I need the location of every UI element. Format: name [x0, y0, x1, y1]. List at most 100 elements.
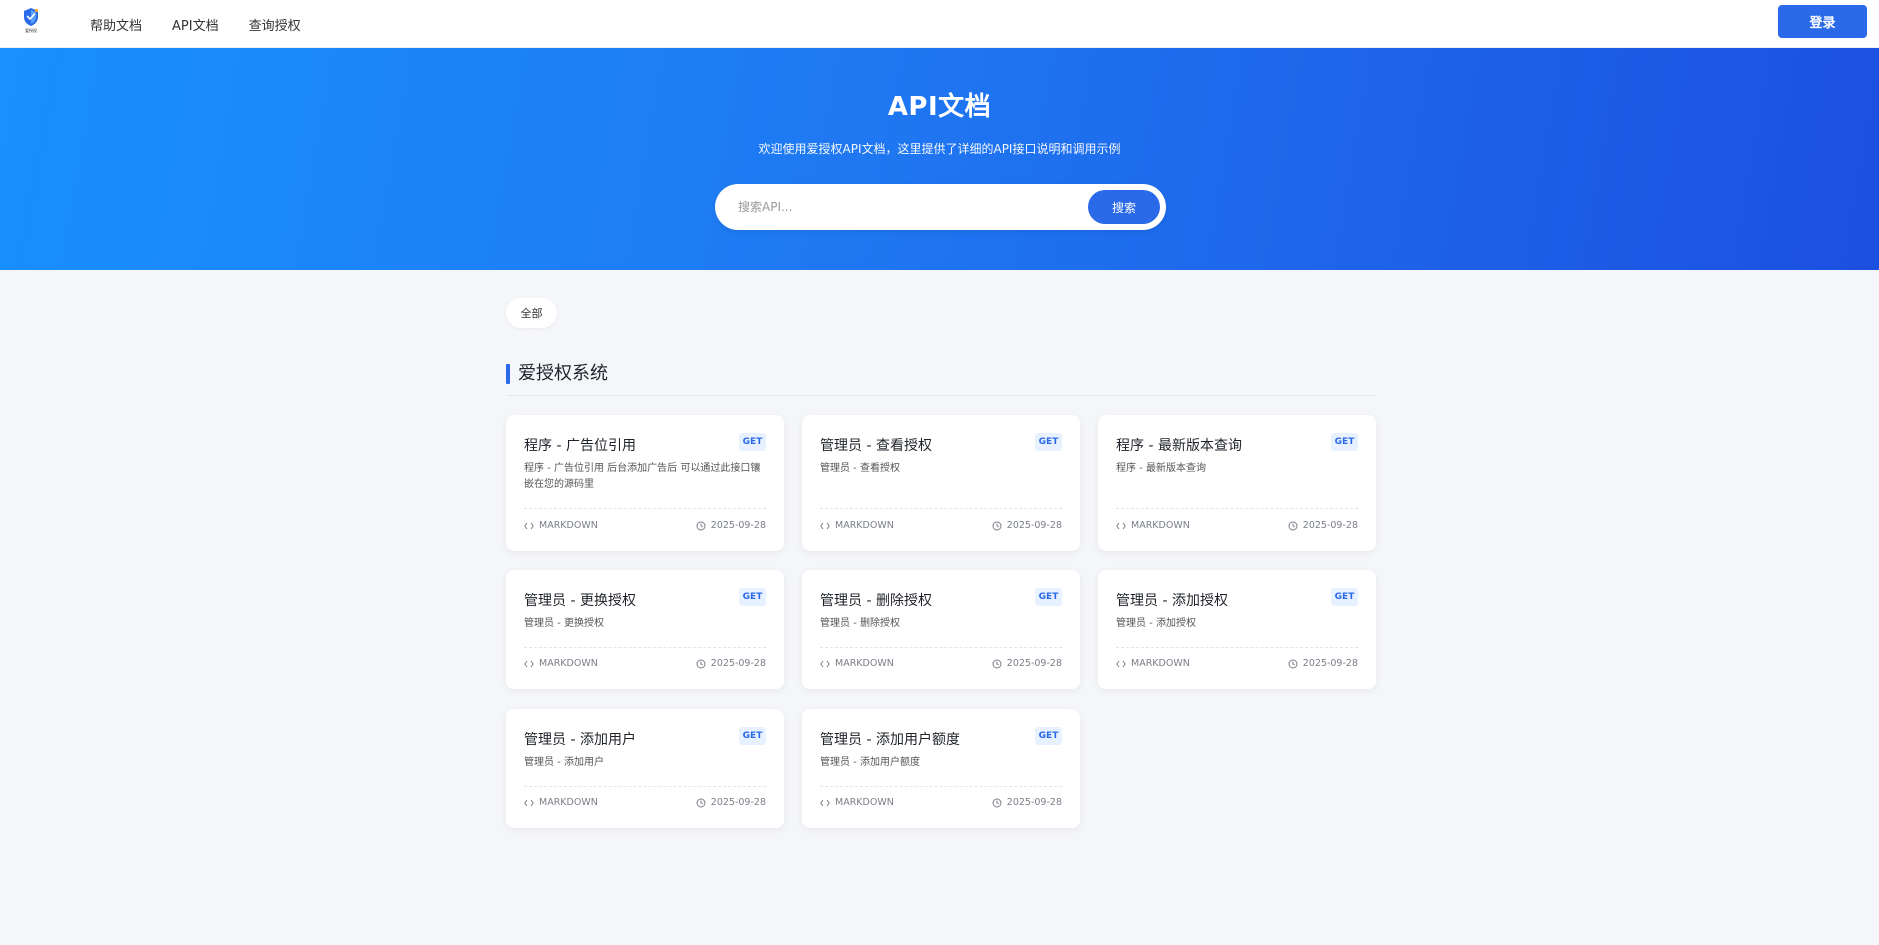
card-divider — [820, 647, 1062, 648]
api-card-3[interactable]: 管理员 - 更换授权 GET 管理员 - 更换授权 MARKDOWN 2025-… — [506, 570, 784, 689]
api-card-4[interactable]: 管理员 - 删除授权 GET 管理员 - 删除授权 MARKDOWN 2025-… — [802, 570, 1080, 689]
code-icon — [820, 799, 830, 806]
api-card-description: 管理员 - 查看授权 — [820, 463, 900, 474]
api-card-title: 管理员 - 添加用户 — [524, 732, 636, 748]
doc-type: MARKDOWN — [524, 658, 598, 669]
update-date: 2025-09-28 — [1288, 520, 1358, 531]
clock-icon — [1288, 521, 1298, 530]
doc-type-label: MARKDOWN — [835, 797, 894, 808]
nav-link-query-license[interactable]: 查询授权 — [249, 15, 301, 34]
login-button[interactable]: 登录 — [1778, 5, 1867, 38]
http-method-badge: GET — [739, 727, 766, 745]
code-icon — [1116, 522, 1126, 529]
doc-type: MARKDOWN — [524, 797, 598, 808]
api-card-footer: MARKDOWN 2025-09-28 — [1116, 520, 1358, 534]
doc-type: MARKDOWN — [1116, 658, 1190, 669]
date-label: 2025-09-28 — [1006, 797, 1062, 808]
site-logo[interactable]: 爱授权 — [20, 7, 42, 39]
clock-icon — [1288, 659, 1298, 668]
update-date: 2025-09-28 — [992, 797, 1062, 808]
api-card-description: 程序 - 最新版本查询 — [1116, 463, 1206, 474]
date-label: 2025-09-28 — [1006, 658, 1062, 669]
api-card-2[interactable]: 程序 - 最新版本查询 GET 程序 - 最新版本查询 MARKDOWN 202… — [1098, 415, 1376, 551]
search-box: 搜索 — [715, 184, 1166, 230]
api-card-0[interactable]: 程序 - 广告位引用 GET 程序 - 广告位引用 后台添加广告后 可以通过此接… — [506, 415, 784, 551]
api-card-footer: MARKDOWN 2025-09-28 — [820, 520, 1062, 534]
api-card-description: 管理员 - 添加用户 — [524, 757, 604, 768]
api-card-title: 管理员 - 添加授权 — [1116, 593, 1228, 609]
shield-logo-icon — [24, 8, 39, 26]
doc-type: MARKDOWN — [524, 520, 598, 531]
top-navbar: 爱授权 帮助文档 API文档 查询授权 登录 — [0, 0, 1879, 48]
doc-type: MARKDOWN — [820, 520, 894, 531]
code-icon — [1116, 660, 1126, 667]
update-date: 2025-09-28 — [696, 658, 766, 669]
date-label: 2025-09-28 — [1302, 520, 1358, 531]
section-accent-bar — [506, 364, 510, 384]
doc-type-label: MARKDOWN — [1131, 520, 1190, 531]
doc-type-label: MARKDOWN — [1131, 658, 1190, 669]
api-card-footer: MARKDOWN 2025-09-28 — [524, 520, 766, 534]
hero-banner: API文档 欢迎使用爱授权API文档，这里提供了详细的API接口说明和调用示例 … — [0, 48, 1879, 270]
http-method-badge: GET — [1035, 433, 1062, 451]
logo-text: 爱授权 — [25, 28, 37, 33]
nav-link-api-docs[interactable]: API文档 — [172, 15, 219, 34]
api-card-6[interactable]: 管理员 - 添加用户 GET 管理员 - 添加用户 MARKDOWN 2025-… — [506, 709, 784, 828]
api-card-footer: MARKDOWN 2025-09-28 — [524, 797, 766, 811]
search-button[interactable]: 搜索 — [1088, 190, 1160, 224]
card-divider — [1116, 508, 1358, 509]
api-card-footer: MARKDOWN 2025-09-28 — [524, 658, 766, 672]
date-label: 2025-09-28 — [1302, 658, 1358, 669]
clock-icon — [992, 659, 1002, 668]
page-subtitle: 欢迎使用爱授权API文档，这里提供了详细的API接口说明和调用示例 — [758, 142, 1121, 156]
card-divider — [524, 786, 766, 787]
api-card-title: 程序 - 最新版本查询 — [1116, 438, 1242, 454]
date-label: 2025-09-28 — [710, 520, 766, 531]
card-divider — [820, 786, 1062, 787]
http-method-badge: GET — [739, 588, 766, 606]
card-divider — [524, 647, 766, 648]
api-card-5[interactable]: 管理员 - 添加授权 GET 管理员 - 添加授权 MARKDOWN 2025-… — [1098, 570, 1376, 689]
card-divider — [820, 508, 1062, 509]
nav-link-help-docs[interactable]: 帮助文档 — [90, 15, 142, 34]
update-date: 2025-09-28 — [1288, 658, 1358, 669]
nav-links: 帮助文档 API文档 查询授权 — [90, 0, 331, 48]
update-date: 2025-09-28 — [696, 520, 766, 531]
clock-icon — [992, 521, 1002, 530]
api-card-description: 管理员 - 添加授权 — [1116, 618, 1196, 629]
card-divider — [1116, 647, 1358, 648]
api-card-7[interactable]: 管理员 - 添加用户额度 GET 管理员 - 添加用户额度 MARKDOWN 2… — [802, 709, 1080, 828]
code-icon — [524, 522, 534, 529]
http-method-badge: GET — [1035, 588, 1062, 606]
update-date: 2025-09-28 — [696, 797, 766, 808]
clock-icon — [696, 798, 706, 807]
api-card-footer: MARKDOWN 2025-09-28 — [820, 797, 1062, 811]
doc-type-label: MARKDOWN — [835, 658, 894, 669]
api-card-description: 管理员 - 删除授权 — [820, 618, 900, 629]
update-date: 2025-09-28 — [992, 658, 1062, 669]
api-card-description: 管理员 - 更换授权 — [524, 618, 604, 629]
api-card-1[interactable]: 管理员 - 查看授权 GET 管理员 - 查看授权 MARKDOWN 2025-… — [802, 415, 1080, 551]
section-title: 爱授权系统 — [518, 363, 608, 384]
update-date: 2025-09-28 — [992, 520, 1062, 531]
clock-icon — [992, 798, 1002, 807]
doc-type-label: MARKDOWN — [539, 797, 598, 808]
api-card-title: 管理员 - 添加用户额度 — [820, 732, 960, 748]
date-label: 2025-09-28 — [710, 797, 766, 808]
doc-type-label: MARKDOWN — [539, 658, 598, 669]
card-divider — [524, 508, 766, 509]
code-icon — [820, 660, 830, 667]
filter-all[interactable]: 全部 — [506, 298, 557, 328]
http-method-badge: GET — [1035, 727, 1062, 745]
search-input[interactable] — [738, 187, 1068, 227]
api-card-description: 程序 - 广告位引用 后台添加广告后 可以通过此接口镶嵌在您的源码里 — [524, 463, 761, 490]
doc-type: MARKDOWN — [820, 797, 894, 808]
code-icon — [524, 660, 534, 667]
doc-type-label: MARKDOWN — [539, 520, 598, 531]
clock-icon — [696, 521, 706, 530]
date-label: 2025-09-28 — [710, 658, 766, 669]
doc-type: MARKDOWN — [1116, 520, 1190, 531]
api-card-title: 管理员 - 查看授权 — [820, 438, 932, 454]
http-method-badge: GET — [1331, 433, 1358, 451]
doc-type-label: MARKDOWN — [835, 520, 894, 531]
